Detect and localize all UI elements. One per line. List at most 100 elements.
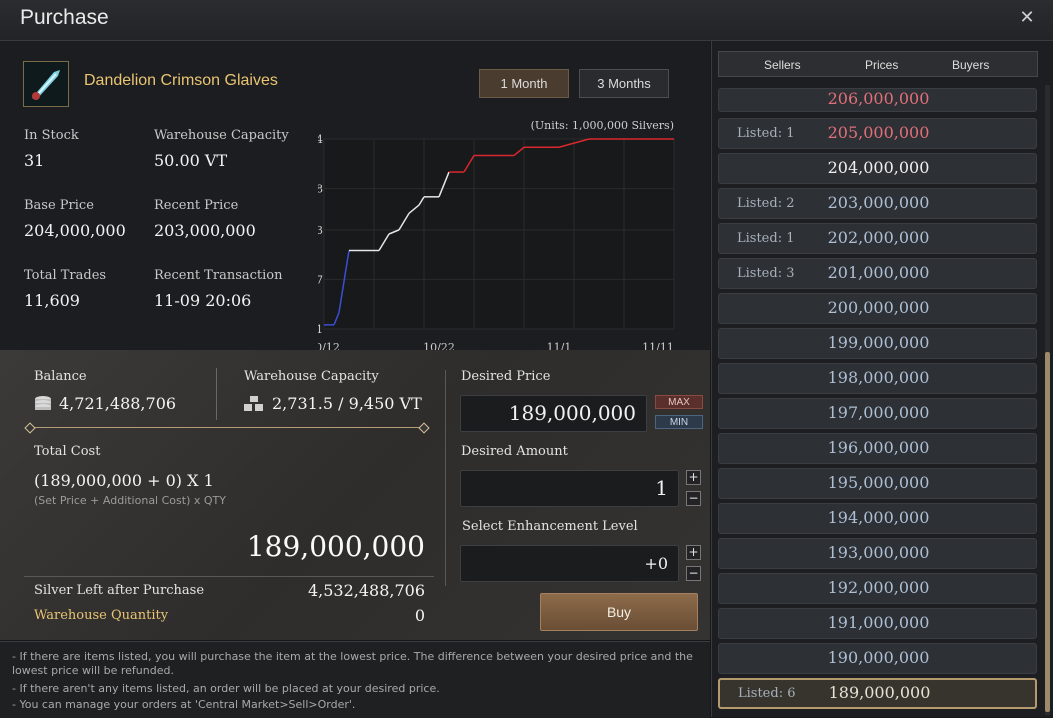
scrollbar[interactable]	[1045, 85, 1050, 715]
price-row[interactable]: Listed: 3 201,000,000	[718, 258, 1037, 289]
title-bar: Purchase ✕	[0, 0, 1053, 41]
min-price-button[interactable]: MIN	[655, 415, 703, 429]
price-row[interactable]: Listed: 1 202,000,000	[718, 223, 1037, 254]
warehouse-value: 2,731.5 / 9,450 VT	[272, 394, 422, 413]
in-stock-value: 31	[24, 151, 45, 170]
warehouse-capacity-value: 50.00 VT	[154, 151, 228, 170]
row-price: 190,000,000	[827, 648, 930, 667]
price-row[interactable]: Listed: 6 189,000,000	[718, 678, 1037, 709]
tab-3-months[interactable]: 3 Months	[579, 69, 669, 98]
row-price: 200,000,000	[827, 298, 930, 317]
row-price: 204,000,000	[827, 158, 930, 177]
desired-amount-label: Desired Amount	[461, 444, 568, 459]
price-row[interactable]: 193,000,000	[718, 538, 1037, 569]
gold-divider	[30, 427, 424, 428]
desired-price-label: Desired Price	[461, 369, 551, 384]
amount-increase-button[interactable]: +	[686, 470, 701, 485]
silver-left-label: Silver Left after Purchase	[34, 583, 205, 598]
scrollbar-thumb[interactable]	[1045, 352, 1050, 712]
row-price: 192,000,000	[827, 578, 930, 597]
price-row[interactable]: 197,000,000	[718, 398, 1037, 429]
recent-transaction-value: 11-09 20:06	[154, 291, 252, 310]
price-row[interactable]: 194,000,000	[718, 503, 1037, 534]
price-row[interactable]: 196,000,000	[718, 433, 1037, 464]
header-prices[interactable]: Prices	[865, 58, 898, 72]
row-price: 203,000,000	[827, 193, 930, 212]
warehouse-crates-icon	[244, 396, 264, 416]
balance-value: 4,721,488,706	[59, 394, 177, 413]
total-cost-label: Total Cost	[34, 444, 101, 459]
price-list-header: Sellers Prices Buyers	[718, 51, 1038, 77]
warehouse-capacity-label: Warehouse Capacity	[154, 128, 289, 143]
chart-plot-area	[324, 139, 674, 329]
row-price: 189,000,000	[828, 683, 931, 702]
price-history-chart: 20419819318718110/1210/2211/111/11(Units…	[318, 121, 675, 351]
note-2: - If there aren't any items listed, an o…	[12, 682, 440, 695]
item-info-panel: Dandelion Crimson Glaives 1 Month 3 Mont…	[0, 41, 710, 351]
tab-1-month[interactable]: 1 Month	[479, 69, 569, 98]
price-row[interactable]: 198,000,000	[718, 363, 1037, 394]
close-icon[interactable]: ✕	[1017, 8, 1037, 28]
recent-price-label: Recent Price	[154, 198, 239, 213]
warehouse-label: Warehouse Capacity	[244, 369, 379, 384]
price-row[interactable]: 192,000,000	[718, 573, 1037, 604]
chart-y-tick-label: 193	[318, 224, 323, 237]
note-3: - You can manage your orders at 'Central…	[12, 698, 356, 711]
divider-diamond-left	[24, 422, 36, 434]
price-row[interactable]: 204,000,000	[718, 153, 1037, 184]
enhancement-increase-button[interactable]: +	[686, 545, 701, 560]
header-buyers[interactable]: Buyers	[952, 58, 989, 72]
price-row[interactable]: 200,000,000	[718, 293, 1037, 324]
cost-formula-note: (Set Price + Additional Cost) x QTY	[34, 494, 226, 507]
desired-amount-input[interactable]: 1	[460, 470, 679, 507]
in-stock-label: In Stock	[24, 128, 79, 143]
price-row[interactable]: 190,000,000	[718, 643, 1037, 674]
desired-price-input[interactable]: 189,000,000	[460, 395, 647, 432]
header-sellers[interactable]: Sellers	[764, 58, 801, 72]
price-row[interactable]: Listed: 1 205,000,000	[718, 118, 1037, 149]
total-divider	[24, 576, 434, 577]
note-1: - If there are items listed, you will pu…	[12, 650, 693, 677]
purchase-panel: Balance 4,721,488,706 Warehouse Capacity…	[0, 350, 710, 640]
row-price: 194,000,000	[827, 508, 930, 527]
item-name: Dandelion Crimson Glaives	[84, 72, 278, 89]
row-price: 206,000,000	[827, 89, 930, 108]
divider	[216, 368, 217, 420]
row-price: 201,000,000	[827, 263, 930, 282]
price-row[interactable]: 195,000,000	[718, 468, 1037, 499]
purchase-notes: - If there are items listed, you will pu…	[0, 641, 710, 718]
price-row[interactable]: 191,000,000	[718, 608, 1037, 639]
chart-y-tick-label: 181	[318, 323, 323, 336]
vertical-divider	[445, 370, 446, 586]
divider-diamond-right	[418, 422, 430, 434]
row-price: 191,000,000	[827, 613, 930, 632]
chart-y-tick-label: 204	[318, 133, 323, 146]
max-price-button[interactable]: MAX	[655, 395, 703, 409]
buy-button[interactable]: Buy	[540, 593, 698, 631]
glaive-item-icon	[23, 61, 69, 107]
silver-coins-icon	[34, 395, 52, 417]
chart-y-tick-label: 187	[318, 273, 323, 286]
silver-left-value: 4,532,488,706	[307, 581, 425, 600]
enhancement-level-input[interactable]: +0	[460, 545, 679, 582]
row-price: 198,000,000	[827, 368, 930, 387]
total-cost-value: 189,000,000	[246, 530, 425, 563]
price-row[interactable]: Listed: 2 203,000,000	[718, 188, 1037, 219]
row-price: 195,000,000	[827, 473, 930, 492]
row-price: 202,000,000	[827, 228, 930, 247]
recent-price-value: 203,000,000	[154, 221, 256, 240]
price-row[interactable]: 199,000,000	[718, 328, 1037, 359]
balance-label: Balance	[34, 369, 87, 384]
chart-y-tick-label: 198	[318, 183, 323, 196]
price-row[interactable]: 206,000,000	[718, 88, 1037, 112]
warehouse-qty-label: Warehouse Quantity	[34, 608, 169, 623]
enhancement-decrease-button[interactable]: −	[686, 566, 701, 581]
amount-decrease-button[interactable]: −	[686, 491, 701, 506]
window-title: Purchase	[20, 6, 109, 29]
recent-transaction-label: Recent Transaction	[154, 268, 283, 283]
price-list-panel: Sellers Prices Buyers 206,000,000 Listed:…	[711, 41, 1053, 717]
chart-units-label: (Units: 1,000,000 Silvers)	[531, 121, 674, 132]
warehouse-qty-value: 0	[414, 606, 425, 625]
row-price: 205,000,000	[827, 123, 930, 142]
enhancement-label: Select Enhancement Level	[462, 519, 638, 534]
